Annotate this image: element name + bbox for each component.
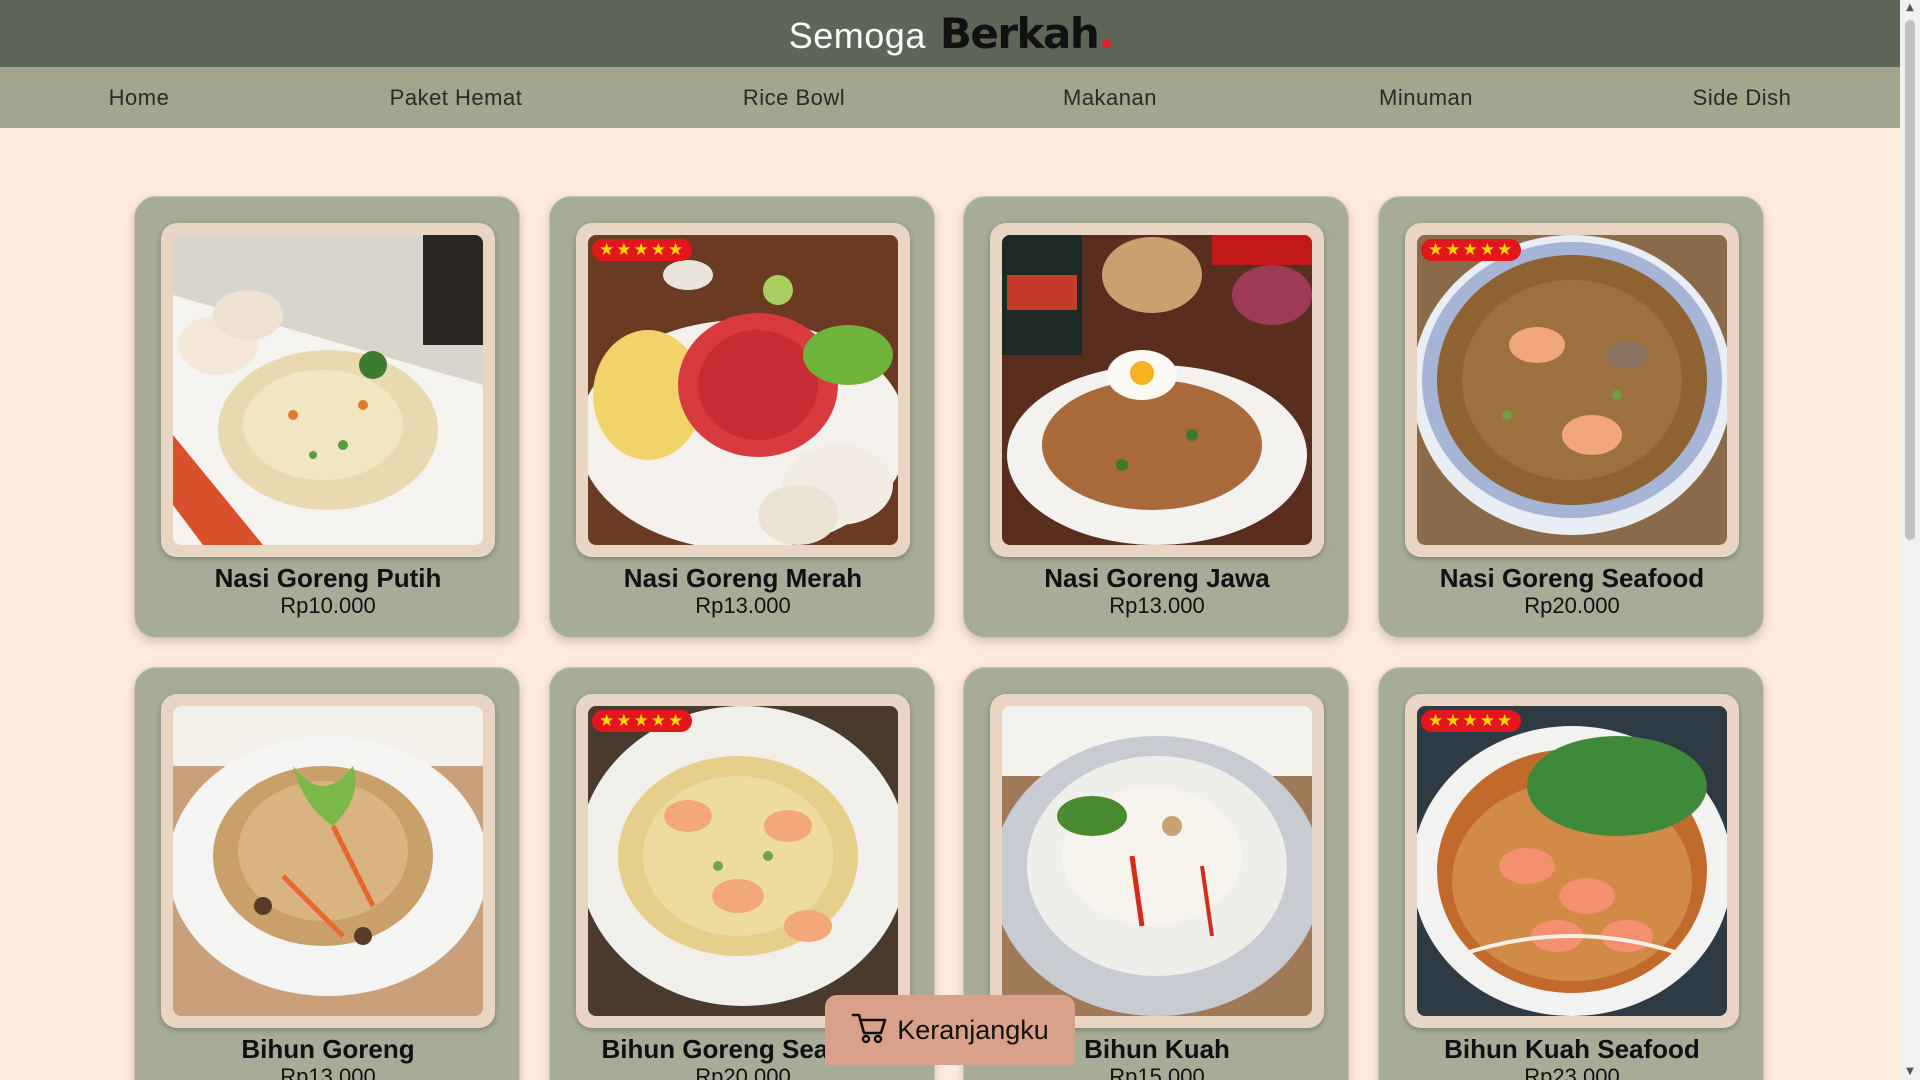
menu-item-name: Nasi Goreng Putih xyxy=(214,563,442,593)
food-photo xyxy=(1002,706,1312,1016)
menu-card[interactable]: Nasi Goreng Jawa Rp13.000 xyxy=(963,196,1349,638)
photo-frame xyxy=(990,694,1324,1028)
menu-item-name: Nasi Goreng Jawa xyxy=(1044,563,1270,593)
photo-frame: ★★★★★ xyxy=(1405,223,1739,557)
page-scrollbar[interactable]: ▲ ▼ xyxy=(1900,0,1920,1080)
photo-frame: ★★★★★ xyxy=(576,694,910,1028)
photo-frame: ★★★★★ xyxy=(576,223,910,557)
cart-icon xyxy=(851,1011,887,1050)
scroll-down-icon[interactable]: ▼ xyxy=(1900,1064,1920,1080)
menu-item-price: Rp10.000 xyxy=(280,593,376,618)
food-photo xyxy=(173,235,483,545)
food-photo: ★★★★★ xyxy=(1417,235,1727,545)
food-photo: ★★★★★ xyxy=(588,706,898,1016)
menu-item-name: Bihun Goreng xyxy=(241,1034,415,1064)
menu-item-price: Rp20.000 xyxy=(695,1064,791,1080)
scroll-up-icon[interactable]: ▲ xyxy=(1900,0,1920,16)
photo-frame xyxy=(990,223,1324,557)
rating-badge: ★★★★★ xyxy=(1421,710,1522,732)
menu-item-price: Rp13.000 xyxy=(695,593,791,618)
cart-button[interactable]: Keranjangku xyxy=(825,995,1075,1065)
photo-frame xyxy=(161,694,495,1028)
photo-frame: ★★★★★ xyxy=(1405,694,1739,1028)
food-photo: ★★★★★ xyxy=(1417,706,1727,1016)
menu-grid: Nasi Goreng Putih Rp10.000 ★★★★★ Nasi Go… xyxy=(0,0,1900,1080)
menu-item-name: Bihun Kuah Seafood xyxy=(1444,1034,1700,1064)
menu-item-name: Nasi Goreng Seafood xyxy=(1439,563,1705,593)
menu-card[interactable]: ★★★★★ Nasi Goreng Seafood Rp20.000 xyxy=(1378,196,1764,638)
menu-card[interactable]: Nasi Goreng Putih Rp10.000 xyxy=(134,196,520,638)
rating-badge: ★★★★★ xyxy=(1421,239,1522,261)
rating-badge: ★★★★★ xyxy=(592,239,693,261)
food-photo: ★★★★★ xyxy=(588,235,898,545)
menu-card[interactable]: ★★★★★ Bihun Kuah Seafood Rp23.000 xyxy=(1378,667,1764,1080)
menu-item-price: Rp13.000 xyxy=(1109,593,1205,618)
menu-card[interactable]: Bihun Goreng Rp13.000 xyxy=(134,667,520,1080)
scroll-thumb[interactable] xyxy=(1905,20,1915,540)
menu-item-price: Rp13.000 xyxy=(280,1064,376,1080)
menu-item-price: Rp15.000 xyxy=(1109,1064,1205,1080)
food-photo xyxy=(173,706,483,1016)
menu-item-name: Nasi Goreng Merah xyxy=(623,563,863,593)
food-photo xyxy=(1002,235,1312,545)
menu-item-price: Rp20.000 xyxy=(1524,593,1620,618)
rating-badge: ★★★★★ xyxy=(592,710,693,732)
menu-item-price: Rp23.000 xyxy=(1524,1064,1620,1080)
cart-label: Keranjangku xyxy=(897,1014,1049,1045)
photo-frame xyxy=(161,223,495,557)
menu-card[interactable]: ★★★★★ Nasi Goreng Merah Rp13.000 xyxy=(549,196,935,638)
